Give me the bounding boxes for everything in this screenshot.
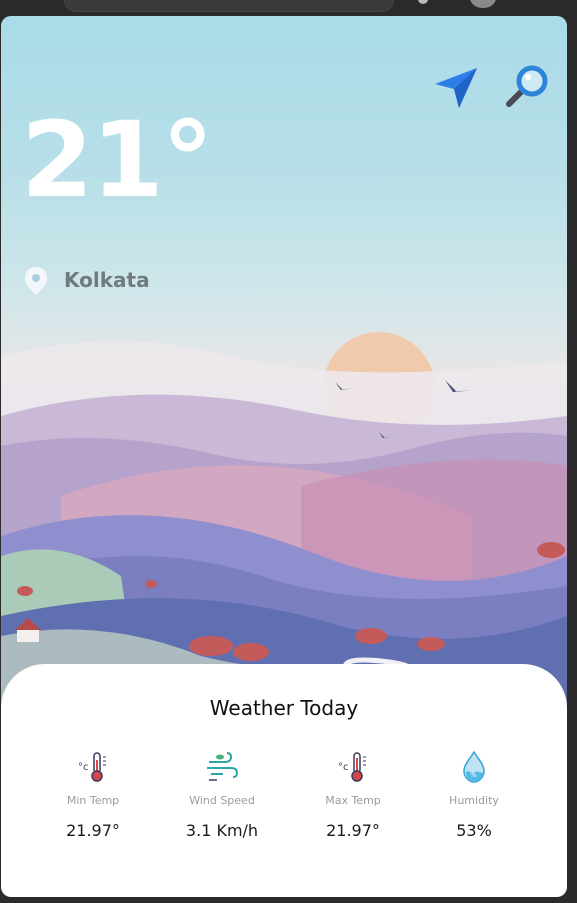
extension-icon[interactable] (418, 0, 428, 4)
stat-label: Wind Speed (189, 794, 255, 807)
address-bar[interactable] (64, 0, 394, 12)
thermometer-icon: °c (78, 752, 106, 782)
stat-value: 53% (456, 821, 492, 840)
search-icon[interactable] (503, 64, 551, 110)
weather-today-panel: Weather Today °c Min Temp 21.97° Wind Sp… (1, 664, 567, 897)
stat-max-temp: °c Max Temp 21.97° (298, 750, 408, 840)
droplet-icon: % (463, 750, 485, 783)
stat-label: Min Temp (66, 794, 120, 807)
stat-value: 21.97° (66, 821, 120, 840)
stat-label: Humidity (449, 794, 499, 807)
stat-value: 21.97° (326, 821, 380, 840)
stat-wind-speed: Wind Speed 3.1 Km/h (167, 750, 277, 840)
weather-card: 21° Kolkata Weather Today °c Min Temp 21 (1, 16, 567, 897)
svg-text:°c: °c (338, 762, 349, 773)
panel-title: Weather Today (209, 696, 359, 720)
browser-top-bar (0, 0, 577, 16)
stat-label: Max Temp (325, 794, 381, 807)
svg-text:°c: °c (78, 762, 89, 773)
stat-value: 3.1 Km/h (185, 821, 259, 840)
profile-avatar[interactable] (470, 0, 496, 8)
window-edge (567, 16, 577, 903)
thermometer-icon: °c (338, 752, 366, 782)
stat-min-temp: °c Min Temp 21.97° (38, 750, 148, 840)
navigation-arrow-icon[interactable] (433, 64, 479, 110)
location-pin-icon (25, 267, 47, 295)
city-name: Kolkata (64, 268, 150, 292)
svg-text:%: % (470, 771, 477, 779)
wind-icon (207, 752, 239, 781)
stat-humidity: % Humidity 53% (419, 750, 529, 840)
current-temperature: 21° (21, 99, 214, 221)
